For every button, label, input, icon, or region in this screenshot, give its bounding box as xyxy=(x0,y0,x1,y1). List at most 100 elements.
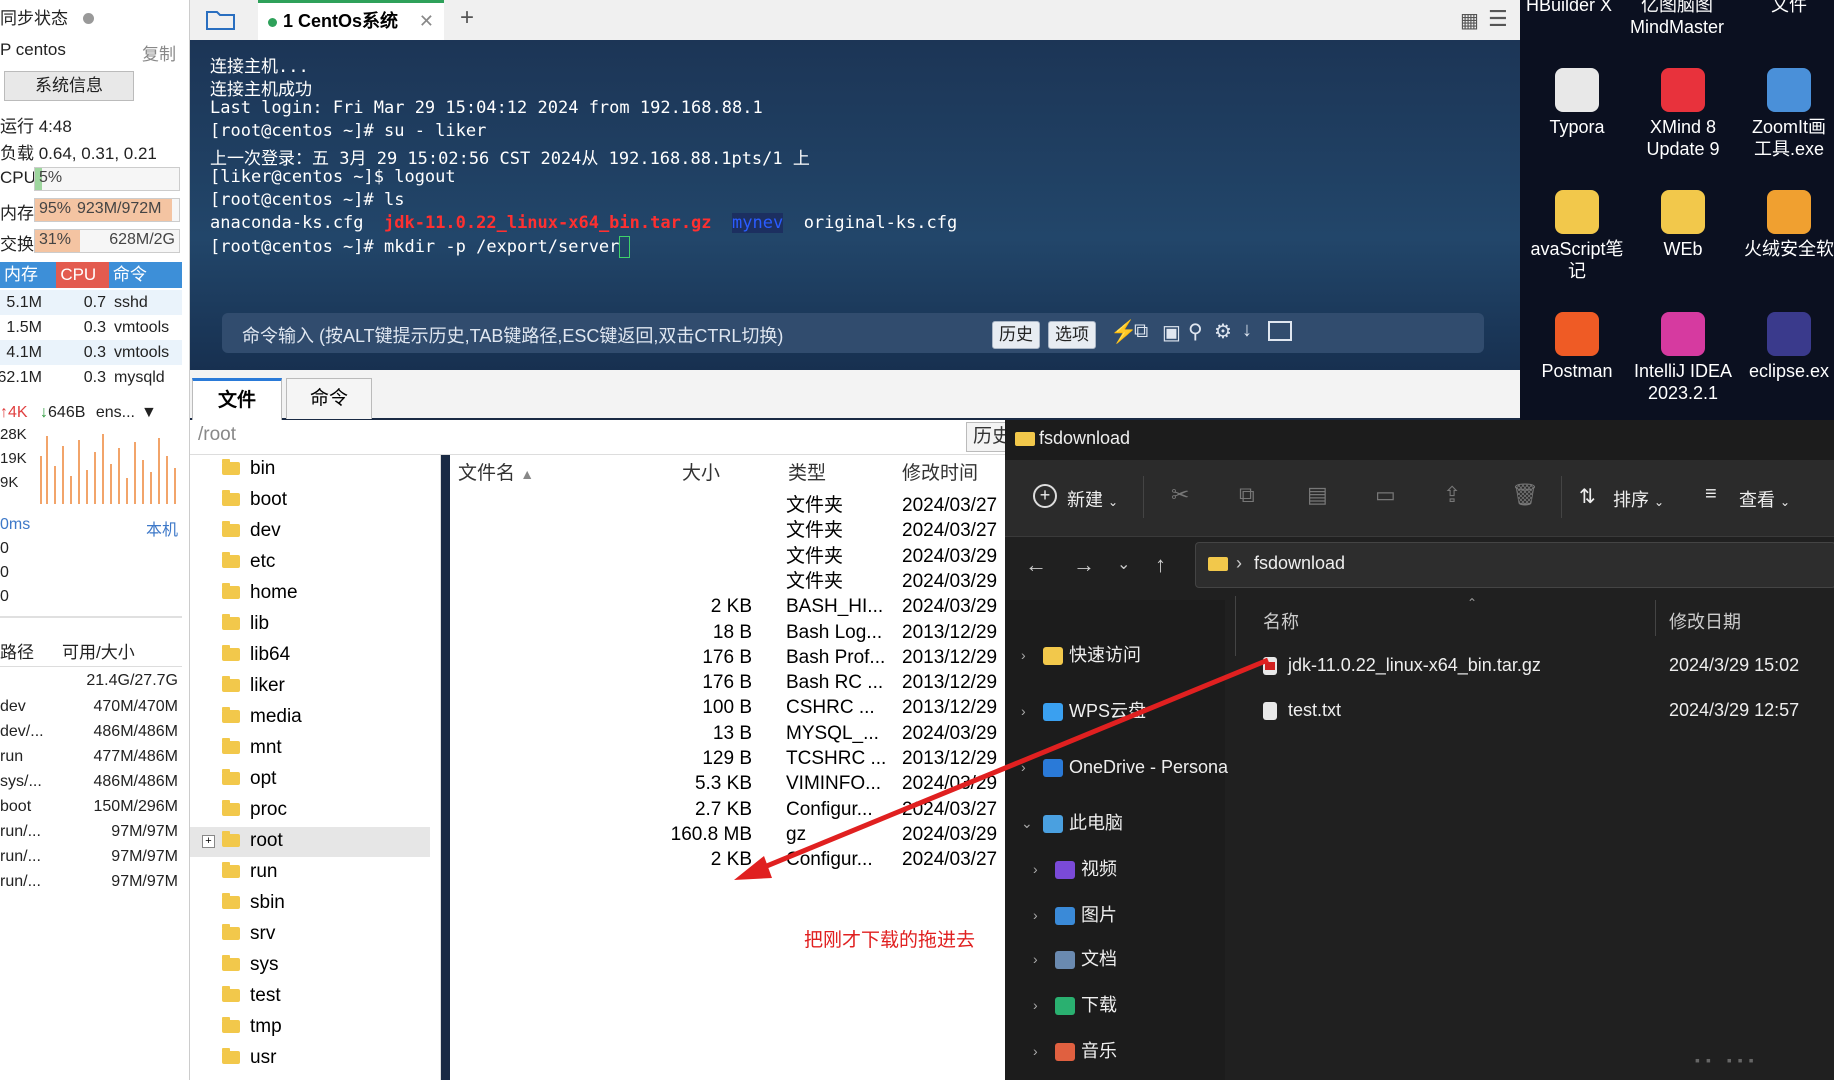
cut-icon[interactable]: ✂ xyxy=(1171,482,1189,508)
col-filename[interactable]: 文件名 ▲ xyxy=(458,459,534,489)
proc-col-cmd[interactable]: 命令 xyxy=(108,262,183,288)
expand-chevron-icon[interactable]: › xyxy=(1021,696,1026,726)
desktop-icon-mindmaster[interactable]: 亿图脑图 MindMaster xyxy=(1622,0,1732,38)
file-row[interactable]: mynev文件夹2024/03/29 xyxy=(450,569,1010,594)
grid-layout-icon[interactable]: ▦ xyxy=(1460,8,1479,33)
address-text[interactable]: fsdownload xyxy=(1254,553,1345,574)
desktop-icon-hbuilder[interactable]: HBuilder X xyxy=(1514,0,1624,16)
terminal-output[interactable]: 连接主机... 连接主机成功 Last login: Fri Mar 29 15… xyxy=(190,40,1520,370)
nav-item[interactable]: ⌄ 此电脑 xyxy=(1021,808,1123,838)
disk-row[interactable]: run/... 97M/97M xyxy=(0,869,182,894)
process-row[interactable]: 62.1M 0.3 mysqld xyxy=(0,365,182,390)
folder-open-icon[interactable] xyxy=(204,6,238,32)
tree-item[interactable]: srv xyxy=(222,920,275,948)
proc-col-cpu[interactable]: CPU xyxy=(56,262,109,288)
nav-item[interactable]: › 视频 xyxy=(1033,854,1117,884)
share-icon[interactable]: ⇪ xyxy=(1443,482,1461,508)
disk-row[interactable]: run 477M/486M xyxy=(0,744,182,769)
rename-icon[interactable]: ▭ xyxy=(1375,482,1396,508)
desktop-icon[interactable]: avaScript笔 记 xyxy=(1522,190,1632,282)
desktop-icon[interactable]: eclipse.ex xyxy=(1734,312,1834,382)
nav-item[interactable]: › 音乐 xyxy=(1033,1036,1117,1066)
disk-row[interactable]: sys/... 486M/486M xyxy=(0,769,182,794)
window-icon[interactable] xyxy=(1268,321,1292,341)
desktop-icon[interactable]: IntelliJ IDEA 2023.2.1 xyxy=(1628,312,1738,404)
menu-icon[interactable]: ☰ xyxy=(1488,6,1508,32)
disk-row[interactable]: run/... 97M/97M xyxy=(0,819,182,844)
copy-link[interactable]: 复制 xyxy=(142,40,176,65)
tree-item[interactable]: boot xyxy=(222,486,287,514)
disk-row[interactable]: 21.4G/27.7G xyxy=(0,668,182,693)
desktop-icon[interactable]: WEb xyxy=(1628,190,1738,260)
history-button[interactable]: 历史 xyxy=(992,321,1040,349)
tree-item[interactable]: run xyxy=(222,858,277,886)
col-modified[interactable]: 修改时间 xyxy=(902,459,978,489)
file-row[interactable]: anaconda-ks.cfg2.7 KBConfigur...2024/03/… xyxy=(450,797,1010,822)
options-button[interactable]: 选项 xyxy=(1048,321,1096,349)
expand-chevron-icon[interactable]: › xyxy=(1021,752,1026,782)
tab-commands[interactable]: 命令 xyxy=(286,378,372,419)
tree-item[interactable]: opt xyxy=(222,765,276,793)
process-row[interactable]: 5.1M 0.7 sshd xyxy=(0,290,182,315)
file-row[interactable]: .cache文件夹2024/03/27 xyxy=(450,493,1010,518)
download-icon[interactable]: ↓ xyxy=(1242,319,1252,342)
tree-item[interactable]: liker xyxy=(222,672,285,700)
file-row[interactable]: original-ks.cfg2 KBConfigur...2024/03/27 xyxy=(450,847,1010,872)
tree-item[interactable]: home xyxy=(222,579,298,607)
file-row[interactable]: .mysql_history13 BMYSQL_...2024/03/29 xyxy=(450,721,1010,746)
current-path[interactable]: /root xyxy=(198,424,236,446)
command-input-placeholder[interactable]: 命令输入 (按ALT键提示历史,TAB键路径,ESC键返回,双击CTRL切换) xyxy=(242,322,783,348)
proc-col-mem[interactable]: 内存 xyxy=(0,262,57,288)
file-row[interactable]: .bash_profile176 BBash Prof...2013/12/29 xyxy=(450,645,1010,670)
explorer-file-row[interactable]: jdk-11.0.22_linux-x64_bin.tar.gz xyxy=(1263,650,1541,680)
tree-item[interactable]: sys xyxy=(222,951,279,979)
desktop-icon-file[interactable]: 文件 xyxy=(1734,0,1834,16)
desktop-icon[interactable]: 火绒安全软 xyxy=(1734,190,1834,260)
desktop-icon[interactable]: Typora xyxy=(1522,68,1632,138)
recent-chevron-icon[interactable]: ⌄ xyxy=(1117,554,1130,574)
nav-item[interactable]: › 快速访问 xyxy=(1021,640,1141,670)
tree-item[interactable]: test xyxy=(222,982,281,1010)
nav-item[interactable]: › OneDrive - Persona xyxy=(1021,752,1228,782)
latency-host[interactable]: 本机 xyxy=(146,516,178,540)
file-row[interactable]: .pki文件夹2024/03/29 xyxy=(450,544,1010,569)
expand-chevron-icon[interactable]: › xyxy=(1033,944,1038,974)
nav-item[interactable]: › 文档 xyxy=(1033,944,1117,974)
expand-chevron-icon[interactable]: › xyxy=(1021,640,1026,670)
tab-centos[interactable]: 1 CentOs系统 ✕ xyxy=(258,0,444,40)
tree-item[interactable]: media xyxy=(222,703,302,731)
file-row[interactable]: .config文件夹2024/03/27 xyxy=(450,518,1010,543)
tree-item[interactable]: mnt xyxy=(222,734,282,762)
col-size[interactable]: 大小 xyxy=(682,459,720,489)
iface-dropdown-icon[interactable]: ▼ xyxy=(141,404,157,421)
directory-tree[interactable]: bin boot dev etc home lib lib64 liker me… xyxy=(190,455,441,1080)
explorer-titlebar[interactable]: fsdownload xyxy=(1005,420,1834,460)
up-arrow-icon[interactable]: ↑ xyxy=(1155,552,1166,578)
tree-item-root[interactable]: root xyxy=(222,827,283,855)
sort-button[interactable]: 排序 ⌄ xyxy=(1613,486,1664,512)
nav-item[interactable]: › 图片 xyxy=(1033,900,1117,930)
command-input-bar[interactable]: 命令输入 (按ALT键提示历史,TAB键路径,ESC键返回,双击CTRL切换) … xyxy=(222,313,1484,353)
back-arrow-icon[interactable]: ← xyxy=(1025,552,1047,578)
tree-item[interactable]: etc xyxy=(222,548,275,576)
file-row[interactable]: .cshrc100 BCSHRC ...2013/12/29 xyxy=(450,695,1010,720)
expand-chevron-icon[interactable]: › xyxy=(1033,990,1038,1020)
process-row[interactable]: 4.1M 0.3 vmtools xyxy=(0,340,182,365)
forward-arrow-icon[interactable]: → xyxy=(1073,552,1095,578)
paste-icon[interactable]: ▤ xyxy=(1307,482,1328,508)
nav-item[interactable]: › WPS云盘 xyxy=(1021,696,1146,726)
tree-item[interactable]: sbin xyxy=(222,889,285,917)
tree-item[interactable]: proc xyxy=(222,796,287,824)
paste-icon[interactable]: ▣ xyxy=(1162,320,1181,345)
view-toggle-icon[interactable]: ▪▪ ▪▪▪ xyxy=(1695,1052,1760,1068)
desktop-icon[interactable]: Postman xyxy=(1522,312,1632,382)
copy-icon[interactable]: ⧉ xyxy=(1239,482,1255,508)
file-row[interactable]: .bashrc176 BBash RC ...2013/12/29 xyxy=(450,670,1010,695)
tree-item[interactable]: lib xyxy=(222,610,269,638)
gear-icon[interactable]: ⚙ xyxy=(1214,319,1232,344)
disk-row[interactable]: run/... 97M/97M xyxy=(0,844,182,869)
disk-row[interactable]: dev 470M/470M xyxy=(0,694,182,719)
col-modified-date[interactable]: 修改日期 xyxy=(1669,608,1741,634)
tree-item[interactable]: tmp xyxy=(222,1013,282,1041)
add-tab-icon[interactable]: + xyxy=(460,4,474,32)
